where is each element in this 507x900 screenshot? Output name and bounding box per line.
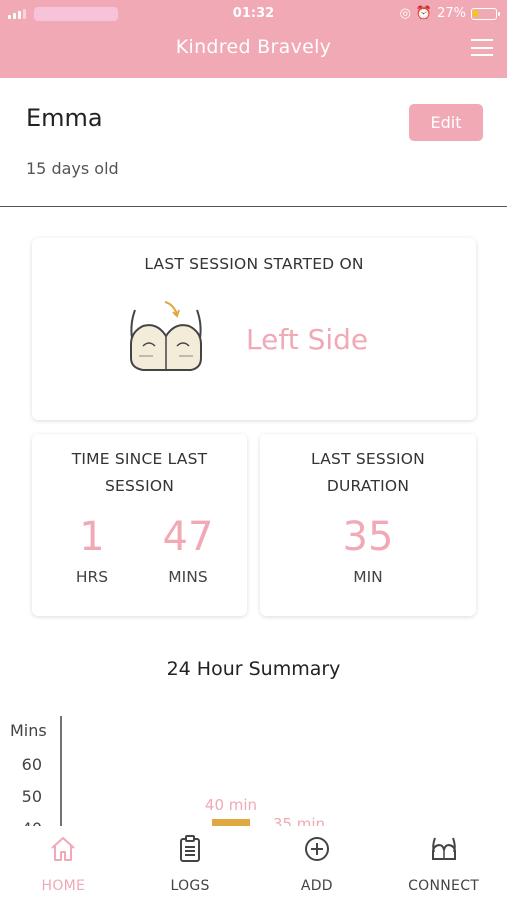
session-duration-card: LAST SESSION DURATION 35 MIN bbox=[260, 434, 476, 616]
duration-heading-line1: LAST SESSION bbox=[311, 450, 425, 468]
bottom-nav: HOME LOGS ADD CONNECT bbox=[0, 826, 507, 900]
nav-add[interactable]: ADD bbox=[254, 826, 381, 900]
alarm-icon: ⏰ bbox=[415, 6, 433, 21]
baby-name: Emma bbox=[26, 104, 103, 132]
bra-connect-icon bbox=[431, 837, 456, 860]
minutes-unit: MINS bbox=[168, 568, 208, 586]
status-indicators: ◎ ⏰ 27% bbox=[399, 6, 500, 21]
time-since-card: TIME SINCE LAST SESSION 1 HRS 47 MINS bbox=[32, 434, 247, 616]
chart-y-label: Mins bbox=[10, 721, 47, 740]
home-icon bbox=[51, 837, 76, 861]
nav-logs[interactable]: LOGS bbox=[127, 826, 254, 900]
duration-value: 35 bbox=[342, 514, 394, 560]
clipboard-icon bbox=[180, 835, 201, 862]
time-since-heading-line1: TIME SINCE LAST bbox=[71, 450, 208, 468]
battery-icon bbox=[471, 7, 500, 20]
last-session-heading: LAST SESSION STARTED ON bbox=[144, 255, 364, 273]
hours-unit: HRS bbox=[75, 568, 109, 586]
battery-percent: 27% bbox=[437, 6, 466, 21]
minutes-value: 47 bbox=[162, 514, 214, 560]
baby-profile: Emma 15 days old Edit bbox=[0, 78, 507, 207]
time-since-heading-line2: SESSION bbox=[104, 477, 175, 495]
app-title: Kindred Bravely bbox=[175, 36, 332, 58]
orientation-lock-icon: ◎ bbox=[399, 6, 411, 21]
battery-level bbox=[473, 9, 479, 17]
hamburger-menu-icon[interactable] bbox=[471, 39, 493, 56]
last-session-card: LAST SESSION STARTED ON Left Side bbox=[32, 238, 476, 420]
duration-heading: LAST SESSION DURATION bbox=[260, 446, 476, 500]
summary-chart-svg: Mins60504040 min35 min bbox=[10, 716, 325, 827]
plus-circle-icon bbox=[304, 837, 329, 861]
status-bar: 01:32 ◎ ⏰ 27% bbox=[0, 6, 507, 24]
nursing-bra-icon bbox=[130, 301, 202, 371]
nav-logs-label: LOGS bbox=[170, 878, 210, 894]
time-since-heading: TIME SINCE LAST SESSION bbox=[32, 446, 247, 500]
summary-title: 24 Hour Summary bbox=[166, 658, 341, 680]
nav-home-label: HOME bbox=[41, 878, 86, 894]
edit-button[interactable]: Edit bbox=[409, 104, 483, 141]
hours-value: 1 bbox=[79, 514, 105, 560]
chart-bar-label: 40 min bbox=[205, 796, 257, 814]
duration-heading-line2: DURATION bbox=[326, 477, 410, 495]
nav-home[interactable]: HOME bbox=[0, 826, 127, 900]
chart-y-tick: 50 bbox=[22, 787, 42, 806]
chart-y-tick: 60 bbox=[22, 755, 42, 774]
duration-unit: MIN bbox=[353, 568, 383, 586]
nav-connect-label: CONNECT bbox=[408, 878, 480, 894]
baby-age: 15 days old bbox=[26, 159, 119, 178]
nav-connect[interactable]: CONNECT bbox=[380, 826, 507, 900]
last-session-side: Left Side bbox=[246, 323, 369, 356]
nav-add-label: ADD bbox=[300, 878, 333, 894]
top-bar: 01:32 ◎ ⏰ 27% Kindred Bravely bbox=[0, 0, 507, 78]
summary-chart: Mins60504040 min35 min bbox=[0, 712, 507, 827]
